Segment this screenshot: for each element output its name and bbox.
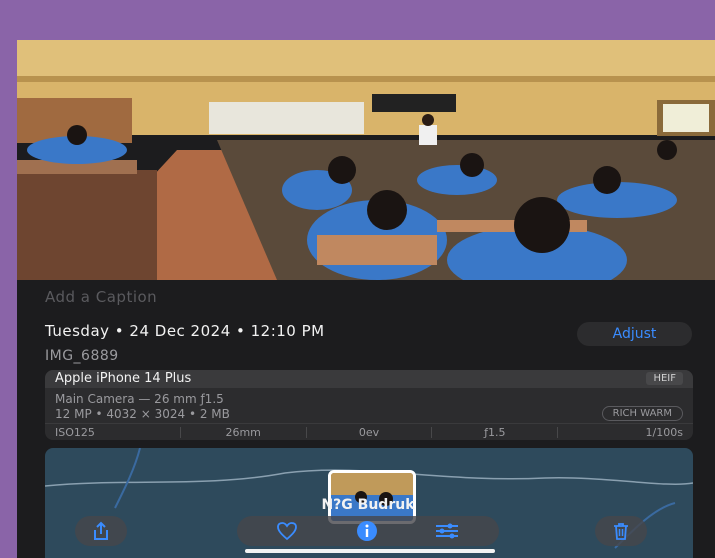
share-icon xyxy=(94,521,108,540)
device-header: Apple iPhone 14 Plus HEIF xyxy=(45,370,693,388)
info-button[interactable] xyxy=(347,516,387,546)
exif-exposure: 0ev xyxy=(307,427,433,438)
home-indicator[interactable] xyxy=(245,549,495,553)
share-button[interactable] xyxy=(75,516,127,546)
trash-icon xyxy=(614,523,628,540)
capture-date: Tuesday • 24 Dec 2024 • 12:10 PM xyxy=(45,322,325,340)
sliders-icon xyxy=(436,523,458,539)
camera-info-card: Apple iPhone 14 Plus HEIF Main Camera — … xyxy=(45,370,693,440)
exif-row: ISO125 26mm 0ev ƒ1.5 1/100s xyxy=(45,423,693,440)
photo-info-screen: Add a Caption Tuesday • 24 Dec 2024 • 12… xyxy=(17,40,715,558)
adjust-button[interactable]: Adjust xyxy=(577,322,692,346)
delete-button[interactable] xyxy=(595,516,647,546)
map-location-label: N?G Budruk xyxy=(321,497,415,513)
heart-icon xyxy=(277,522,297,541)
lens-info: Main Camera — 26 mm ƒ1.5 xyxy=(55,392,224,406)
format-badge: HEIF xyxy=(646,372,683,385)
exif-focal-length: 26mm xyxy=(181,427,307,438)
exif-aperture: ƒ1.5 xyxy=(432,427,559,438)
image-specs: 12 MP • 4032 × 3024 • 2 MB xyxy=(55,407,230,421)
classroom-photo[interactable] xyxy=(17,40,715,280)
info-icon xyxy=(357,521,377,541)
favorite-button[interactable] xyxy=(267,516,307,546)
exif-iso: ISO125 xyxy=(45,427,181,438)
center-toolbar xyxy=(237,516,499,546)
photographic-style-badge: RICH WARM xyxy=(601,406,683,421)
file-name: IMG_6889 xyxy=(45,348,119,364)
device-name: Apple iPhone 14 Plus xyxy=(55,371,192,386)
exif-shutter: 1/100s xyxy=(645,426,683,439)
edit-button[interactable] xyxy=(427,516,467,546)
caption-field[interactable]: Add a Caption xyxy=(45,288,157,306)
